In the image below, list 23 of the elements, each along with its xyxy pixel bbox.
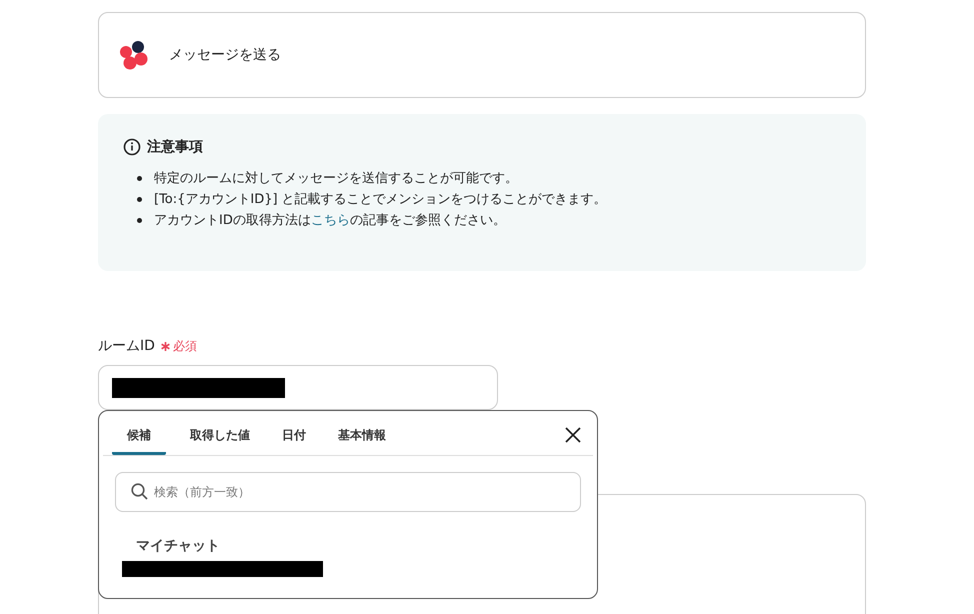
search-icon xyxy=(131,483,148,500)
notice-text: [To:{アカウントID}] と記載することでメンションをつけることができます。 xyxy=(154,191,607,209)
room-id-field[interactable] xyxy=(98,365,498,410)
action-title: メッセージを送る xyxy=(169,46,281,64)
required-label: 必須 xyxy=(172,338,197,355)
tab[interactable]: 日付 xyxy=(274,411,314,455)
info-icon xyxy=(123,138,141,156)
close-icon[interactable] xyxy=(565,427,581,443)
article-link[interactable]: こちら xyxy=(310,213,350,228)
option-label[interactable]: マイチャット xyxy=(122,537,593,555)
notice-text: 特定のルームに対してメッセージを送信することが可能です。 xyxy=(154,170,518,188)
bullet-icon xyxy=(137,218,142,223)
tab[interactable]: 取得した値 xyxy=(182,411,258,455)
bullet-icon xyxy=(137,197,142,202)
tab[interactable]: 基本情報 xyxy=(330,411,394,455)
logo-icon xyxy=(118,39,150,71)
search-field[interactable]: 検索（前方一致） xyxy=(115,472,581,512)
field-label: ルームID xyxy=(98,337,155,355)
notice-text: アカウントIDの取得方法はこちらの記事をご参照ください。 xyxy=(154,212,506,230)
notice-title: 注意事項 xyxy=(147,138,203,156)
asterisk-icon xyxy=(160,342,170,350)
tab[interactable]: 候補 xyxy=(112,411,166,455)
bullet-icon xyxy=(137,176,142,181)
